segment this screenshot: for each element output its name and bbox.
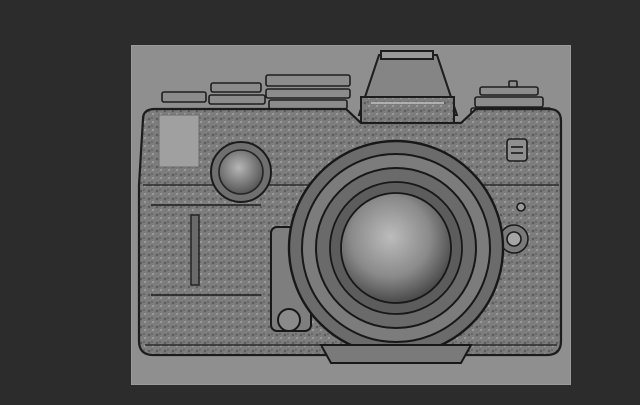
dial-right-lower [474,96,544,108]
prism-housing [357,50,459,126]
mode-switch [506,138,528,162]
lens-release-button [277,308,301,332]
self-timer-window [210,141,272,203]
dial-left-upper [210,82,262,93]
dial-left-lower [208,94,266,105]
dial-center-mid [265,88,351,99]
shutter-button [508,80,518,88]
lens-base [319,344,473,364]
dial-right-upper [479,86,539,96]
relief-plate [131,45,571,385]
viewport [0,0,640,405]
camera-relief-icon [137,50,563,364]
dial-center-top [265,74,351,87]
lens-glass [340,192,452,304]
dial-center-low [268,99,348,110]
rewind-knob [161,91,207,103]
